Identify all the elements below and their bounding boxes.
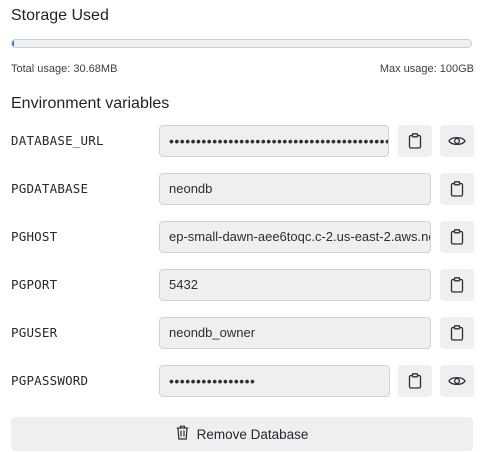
- clipboard-icon: [450, 325, 464, 341]
- clipboard-icon: [450, 181, 464, 197]
- env-vars-title: Environment variables: [11, 95, 170, 112]
- env-row-pghost: PGHOST ep-small-dawn-aee6toqc.c-2.us-eas…: [0, 221, 487, 255]
- env-key: PGUSER: [11, 325, 58, 340]
- env-value-field[interactable]: neondb_owner: [159, 317, 431, 349]
- env-value-field[interactable]: ••••••••••••••••: [159, 365, 390, 397]
- total-usage-text: Total usage: 30.68MB: [11, 63, 118, 75]
- env-value-field[interactable]: neondb: [159, 173, 431, 205]
- env-key: PGDATABASE: [11, 181, 89, 196]
- env-value-field[interactable]: ••••••••••••••••••••••••••••••••••••••••…: [159, 125, 389, 157]
- env-row-database-url: DATABASE_URL •••••••••••••••••••••••••••…: [0, 125, 487, 159]
- storage-progress-fill: [12, 40, 14, 47]
- reveal-button[interactable]: [440, 365, 474, 397]
- env-row-pgdatabase: PGDATABASE neondb: [0, 173, 487, 207]
- env-row-pgport: PGPORT 5432: [0, 269, 487, 303]
- storage-title: Storage Used: [11, 7, 109, 24]
- max-usage-text: Max usage: 100GB: [379, 63, 474, 75]
- copy-button[interactable]: [398, 125, 432, 157]
- env-key: PGPASSWORD: [11, 373, 89, 388]
- clipboard-icon: [450, 229, 464, 245]
- env-key: DATABASE_URL: [11, 133, 104, 148]
- clipboard-icon: [408, 133, 422, 149]
- clipboard-icon: [408, 373, 422, 389]
- env-key: PGHOST: [11, 229, 58, 244]
- copy-button[interactable]: [398, 365, 432, 397]
- remove-database-button[interactable]: Remove Database: [11, 417, 473, 451]
- env-row-pguser: PGUSER neondb_owner: [0, 317, 487, 351]
- env-key: PGPORT: [11, 277, 58, 292]
- copy-button[interactable]: [440, 317, 474, 349]
- trash-icon: [176, 425, 189, 443]
- env-row-pgpassword: PGPASSWORD ••••••••••••••••: [0, 365, 487, 399]
- reveal-button[interactable]: [440, 125, 474, 157]
- clipboard-icon: [450, 277, 464, 293]
- eye-icon: [448, 375, 466, 387]
- copy-button[interactable]: [440, 173, 474, 205]
- env-value-field[interactable]: 5432: [159, 269, 431, 301]
- copy-button[interactable]: [440, 269, 474, 301]
- copy-button[interactable]: [440, 221, 474, 253]
- remove-database-label: Remove Database: [196, 426, 309, 442]
- eye-icon: [448, 135, 466, 147]
- env-value-field[interactable]: ep-small-dawn-aee6toqc.c-2.us-east-2.aws…: [159, 221, 431, 253]
- storage-progress-bar: [11, 39, 472, 48]
